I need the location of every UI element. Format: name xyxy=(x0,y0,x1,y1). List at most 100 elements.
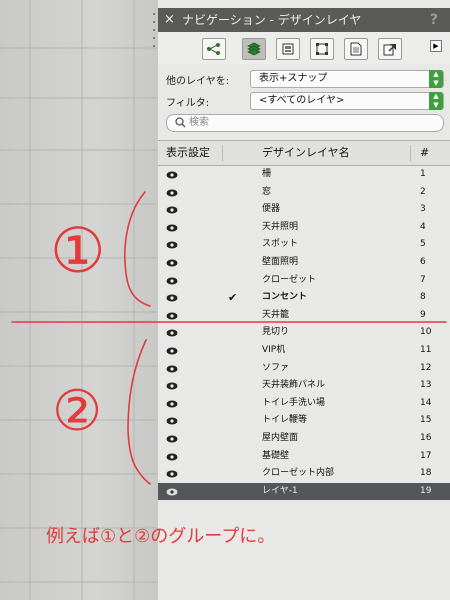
layer-name: VIP机 xyxy=(262,344,286,355)
eye-icon[interactable] xyxy=(166,435,178,443)
panel-title: ナビゲーション - デザインレイヤ xyxy=(182,13,362,27)
layer-row[interactable]: 柵1 xyxy=(158,166,450,184)
layer-row[interactable]: トイレ手洗い場 14 xyxy=(158,395,450,413)
active-layer-check-icon: ✔ xyxy=(228,291,238,305)
eye-icon[interactable] xyxy=(166,277,178,285)
eye-icon[interactable] xyxy=(166,382,178,390)
eye-icon[interactable] xyxy=(166,329,178,337)
layer-row[interactable]: 天井照明 4 xyxy=(158,219,450,237)
layer-name: レイヤ-1 xyxy=(262,485,298,496)
layer-row[interactable]: レイヤ-1 19 xyxy=(158,482,450,501)
layer-number: 15 xyxy=(420,415,432,426)
help-icon[interactable]: ? xyxy=(430,8,438,32)
panel-toolbar: ▶ xyxy=(158,32,450,64)
layer-list: 柵 1 窓 2 便器 3 天井照明 4 スポット 5 壁面照明 6 クローゼット 7 ✔ コンセント 8 天井籠 9… xyxy=(158,166,450,501)
eye-icon[interactable] xyxy=(166,347,178,355)
eye-icon[interactable] xyxy=(166,470,178,478)
layer-number: 19 xyxy=(420,485,432,496)
layer-name: 天井照明 xyxy=(262,221,299,232)
layer-row[interactable]: 基礎壁 17 xyxy=(158,448,450,466)
layer-name: トイレ鞭等 xyxy=(262,415,308,426)
layer-number: 13 xyxy=(420,380,432,391)
layer-number: 7 xyxy=(420,274,426,285)
eye-icon[interactable] xyxy=(166,259,178,267)
header-divider xyxy=(410,145,411,161)
sheet-icon[interactable] xyxy=(276,38,300,60)
layer-name: コンセント xyxy=(262,292,308,303)
layer-row[interactable]: クローゼット 7 xyxy=(158,272,450,290)
layer-row[interactable]: 窓2 xyxy=(158,184,450,202)
layer-row[interactable]: ✔ コンセント 8 xyxy=(158,289,450,307)
eye-icon[interactable] xyxy=(166,488,178,496)
layer-number: 8 xyxy=(420,292,426,303)
eye-icon[interactable] xyxy=(166,417,178,425)
layer-row[interactable]: 天井装飾パネル 13 xyxy=(158,377,450,395)
panel-menu-arrow-icon[interactable]: ▶ xyxy=(430,40,442,52)
eye-icon[interactable] xyxy=(166,189,178,197)
document-icon[interactable] xyxy=(344,38,368,60)
navigation-panel: × ナビゲーション - デザインレイヤ ? ▶ 他のレイヤを: 表示+スナップ … xyxy=(158,0,450,600)
layers-icon[interactable] xyxy=(242,38,266,60)
layer-number: 12 xyxy=(420,362,432,373)
layer-row[interactable]: スポット 5 xyxy=(158,236,450,254)
layer-number: 2 xyxy=(420,186,426,197)
eye-icon[interactable] xyxy=(166,241,178,249)
filter-label: フィルタ: xyxy=(166,98,210,109)
layer-number: 6 xyxy=(420,256,426,267)
other-layers-label: 他のレイヤを: xyxy=(166,76,230,87)
layer-number: 3 xyxy=(420,204,426,215)
eye-icon[interactable] xyxy=(166,294,178,302)
layer-row[interactable]: トイレ鞭等 15 xyxy=(158,412,450,430)
eye-icon[interactable] xyxy=(166,365,178,373)
close-icon[interactable]: × xyxy=(164,8,175,32)
background-grid xyxy=(0,0,158,600)
hierarchy-icon[interactable] xyxy=(202,38,226,60)
eye-icon[interactable] xyxy=(166,312,178,320)
layer-name: 天井装飾パネル xyxy=(262,380,326,391)
layer-row[interactable]: 便器 3 xyxy=(158,201,450,219)
layer-name: 窓 xyxy=(262,186,272,197)
layer-row[interactable]: 屋内壁面 16 xyxy=(158,430,450,448)
layer-table-header: 表示設定 デザインレイヤ名 # xyxy=(158,140,450,166)
layer-number: 10 xyxy=(420,327,432,338)
layer-name: ソファ xyxy=(262,362,290,373)
layer-number: 1 xyxy=(420,169,426,179)
eye-icon[interactable] xyxy=(166,453,178,461)
layer-number: 5 xyxy=(420,239,426,250)
eye-icon[interactable] xyxy=(166,206,178,214)
search-icon xyxy=(175,117,186,128)
filter-value: <すべてのレイヤ> xyxy=(259,95,345,106)
layer-name: クローゼット内部 xyxy=(262,468,335,479)
header-number[interactable]: # xyxy=(420,141,429,165)
search-placeholder: 検索 xyxy=(189,117,209,128)
annotation-note: 例えば①と②のグループに。 xyxy=(46,526,276,547)
header-visibility[interactable]: 表示設定 xyxy=(166,141,210,165)
viewport-icon[interactable] xyxy=(310,38,334,60)
layer-row[interactable]: クローゼット内部 18 xyxy=(158,465,450,483)
layer-number: 11 xyxy=(420,344,432,355)
layer-name: 柵 xyxy=(262,169,272,179)
panel-edge-dots xyxy=(153,13,155,47)
eye-icon[interactable] xyxy=(166,171,178,179)
layer-name: 見切り xyxy=(262,327,290,338)
layer-row[interactable]: 天井籠 9 xyxy=(158,307,450,325)
other-layers-value: 表示+スナップ xyxy=(259,73,328,84)
layer-number: 17 xyxy=(420,450,432,461)
layer-row[interactable]: 見切り 10 xyxy=(158,324,450,342)
layer-row[interactable]: ソファ 12 xyxy=(158,360,450,378)
eye-icon[interactable] xyxy=(166,400,178,408)
filter-select[interactable]: <すべてのレイヤ> ▲ ▼ xyxy=(250,92,444,110)
header-layer-name[interactable]: デザインレイヤ名 xyxy=(262,141,350,165)
layer-number: 14 xyxy=(420,397,432,408)
layer-row[interactable]: VIP机 11 xyxy=(158,342,450,360)
layer-row[interactable]: 壁面照明 6 xyxy=(158,254,450,272)
eye-icon[interactable] xyxy=(166,224,178,232)
layer-name: 便器 xyxy=(262,204,281,215)
other-layers-select[interactable]: 表示+スナップ ▲ ▼ xyxy=(250,70,444,88)
layer-number: 9 xyxy=(420,309,426,320)
layer-name: スポット xyxy=(262,239,299,250)
layer-name: クローゼット xyxy=(262,274,317,285)
export-icon[interactable] xyxy=(378,38,402,60)
layer-name: 天井籠 xyxy=(262,309,290,320)
search-input[interactable]: 検索 xyxy=(166,114,444,132)
